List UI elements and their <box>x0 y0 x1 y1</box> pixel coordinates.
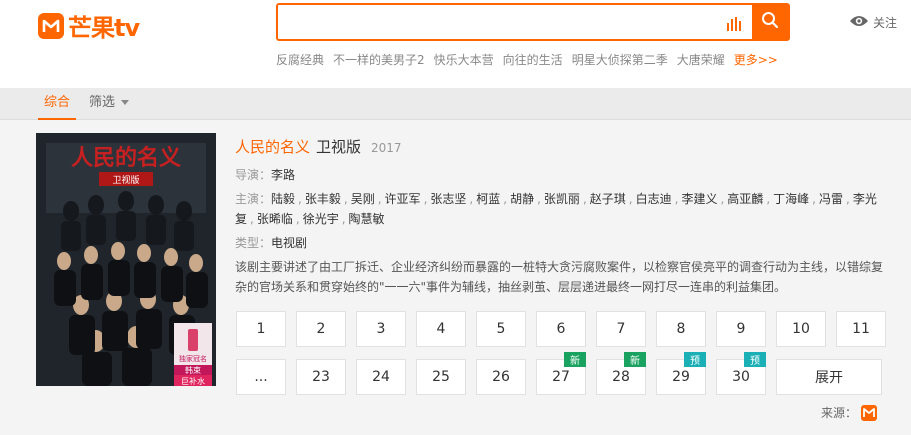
poster-promo-small: 独家冠名 <box>179 354 207 363</box>
episode-button[interactable]: 4 <box>416 311 466 347</box>
mango-logo-icon <box>38 12 64 39</box>
cast-member[interactable]: 李建义 <box>681 192 717 206</box>
show-year: 2017 <box>371 141 402 155</box>
cast-member[interactable]: 张晞临 <box>257 212 293 226</box>
episode-grid: 1 2 3 4 5 6 7 8 9 10 11 ... 23 24 25 26 … <box>236 311 886 397</box>
hot-word[interactable]: 大唐荣耀 <box>677 51 725 68</box>
cast-member[interactable]: 张凯丽 <box>544 192 580 206</box>
preview-badge: 预 <box>684 352 706 367</box>
cast-member[interactable]: 白志迪 <box>636 192 672 206</box>
new-badge: 新 <box>624 352 646 367</box>
follow-button[interactable]: 关注 <box>849 14 897 31</box>
episode-button[interactable]: 23 <box>296 359 346 395</box>
cast-label: 主演： <box>235 192 272 206</box>
episode-number: 27 <box>552 369 570 385</box>
cast-member[interactable]: 吴刚 <box>351 192 375 206</box>
episode-button[interactable]: 28 新 <box>596 352 646 395</box>
tab-filter-label: 筛选 <box>89 95 116 110</box>
episode-button[interactable]: 3 <box>356 311 406 347</box>
episode-button[interactable]: 5 <box>476 311 526 347</box>
source-label: 来源： <box>821 406 858 420</box>
source-info: 来源： <box>821 404 878 421</box>
episode-number: 29 <box>672 369 690 385</box>
episode-button[interactable]: 7 <box>596 311 646 347</box>
episode-number: 30 <box>732 369 750 385</box>
result-tabs: 综合 筛选 <box>0 88 911 120</box>
episode-button[interactable]: 24 <box>356 359 406 395</box>
poster-title-art: 人民的名义 <box>71 145 181 171</box>
cast-member[interactable]: 陆毅 <box>271 192 295 206</box>
episode-button[interactable]: 26 <box>476 359 526 395</box>
type-row: 类型：电视剧 <box>235 233 885 253</box>
hot-word[interactable]: 明星大侦探第二季 <box>572 51 668 68</box>
more-hot-words-link[interactable]: 更多>> <box>734 51 778 68</box>
director-name[interactable]: 李路 <box>271 168 295 182</box>
cast-member[interactable]: 胡静 <box>510 192 534 206</box>
caret-down-icon <box>121 100 130 105</box>
cast-member[interactable]: 张丰毅 <box>305 192 341 206</box>
search-button[interactable] <box>752 5 788 39</box>
episode-button[interactable]: 29 预 <box>656 352 706 395</box>
cast-member[interactable]: 冯雷 <box>819 192 843 206</box>
cast-member[interactable]: 赵子琪 <box>590 192 626 206</box>
episode-button[interactable]: 1 <box>236 311 286 347</box>
cast-member[interactable]: 陶慧敏 <box>349 212 385 226</box>
follow-label: 关注 <box>873 16 898 30</box>
episode-button[interactable]: 25 <box>416 359 466 395</box>
episode-button[interactable]: 11 <box>836 311 886 347</box>
poster-subtitle-art: 卫视版 <box>112 174 139 186</box>
director-row: 导演：李路 <box>235 165 885 185</box>
episode-number: 28 <box>612 369 630 385</box>
episode-button[interactable]: 6 <box>536 311 586 347</box>
cast-member[interactable]: 丁海峰 <box>773 192 809 206</box>
cast-member[interactable]: 徐光宇 <box>303 212 339 226</box>
cast-row: 主演：陆毅, 张丰毅, 吴刚, 许亚军, 张志坚, 柯蓝, 胡静, 张凯丽, 赵子琪, 白志迪, 李… <box>235 192 877 226</box>
cast-member[interactable]: 张志坚 <box>430 192 466 206</box>
show-title[interactable]: 人民的名义 <box>235 136 310 157</box>
poster-artwork: 人民的名义 卫视版 独家冠名 韩束 巨补水 <box>36 133 216 386</box>
show-title-row: 人民的名义 卫视版 2017 <box>235 136 885 157</box>
show-info: 人民的名义 卫视版 2017 导演：李路 主演：陆毅, 张丰毅, 吴刚, 许亚军, 张志… <box>235 136 885 297</box>
tab-comprehensive[interactable]: 综合 <box>38 88 77 120</box>
episode-button[interactable]: 2 <box>296 311 346 347</box>
type-label: 类型： <box>235 236 272 250</box>
episode-button[interactable]: 10 <box>776 311 826 347</box>
show-poster[interactable]: 人民的名义 卫视版 独家冠名 韩束 巨补水 <box>36 133 216 386</box>
episode-button[interactable]: 30 预 <box>716 352 766 395</box>
mango-tv-source-icon[interactable] <box>861 404 878 421</box>
hot-search-words: 反腐经典 不一样的美男子2 快乐大本营 向往的生活 明星大侦探第二季 大唐荣耀 … <box>276 51 778 68</box>
episode-ellipsis-button[interactable]: ... <box>236 359 286 395</box>
poster-promo-line1: 韩束 <box>185 365 201 375</box>
show-description: 该剧主要讲述了由工厂拆迁、企业经济纠纷而暴露的一桩特大贪污腐败案件，以检察官侯亮… <box>235 260 884 294</box>
episode-button[interactable]: 8 <box>656 311 706 347</box>
episode-button[interactable]: 9 <box>716 311 766 347</box>
expand-episodes-button[interactable]: 展开 <box>776 359 882 395</box>
cast-member[interactable]: 许亚军 <box>385 192 421 206</box>
new-badge: 新 <box>564 352 586 367</box>
top-header: 芒果tv 关注 反腐经典 不一样的美男子2 快乐大本营 向往的生活 明星大侦探第 <box>0 0 911 88</box>
mgtv-logo[interactable]: 芒果tv <box>38 8 140 43</box>
hot-word[interactable]: 快乐大本营 <box>434 51 494 68</box>
hot-word[interactable]: 不一样的美男子2 <box>333 51 425 68</box>
poster-promo-line2: 巨补水 <box>181 376 205 386</box>
hot-word[interactable]: 反腐经典 <box>276 51 324 68</box>
eye-icon <box>849 14 869 31</box>
logo-text: 芒果tv <box>68 14 140 42</box>
voice-search-icon[interactable] <box>726 16 742 31</box>
cast-member[interactable]: 高亚麟 <box>727 192 763 206</box>
search-box <box>276 3 790 41</box>
search-input[interactable] <box>278 5 708 39</box>
type-value[interactable]: 电视剧 <box>271 236 307 250</box>
hot-word[interactable]: 向往的生活 <box>503 51 563 68</box>
preview-badge: 预 <box>744 352 766 367</box>
tab-filter[interactable]: 筛选 <box>89 88 130 120</box>
episode-button[interactable]: 27 新 <box>536 352 586 395</box>
director-label: 导演： <box>235 168 272 182</box>
cast-member[interactable]: 柯蓝 <box>476 192 500 206</box>
search-icon <box>761 11 779 33</box>
show-title-suffix: 卫视版 <box>316 138 362 156</box>
